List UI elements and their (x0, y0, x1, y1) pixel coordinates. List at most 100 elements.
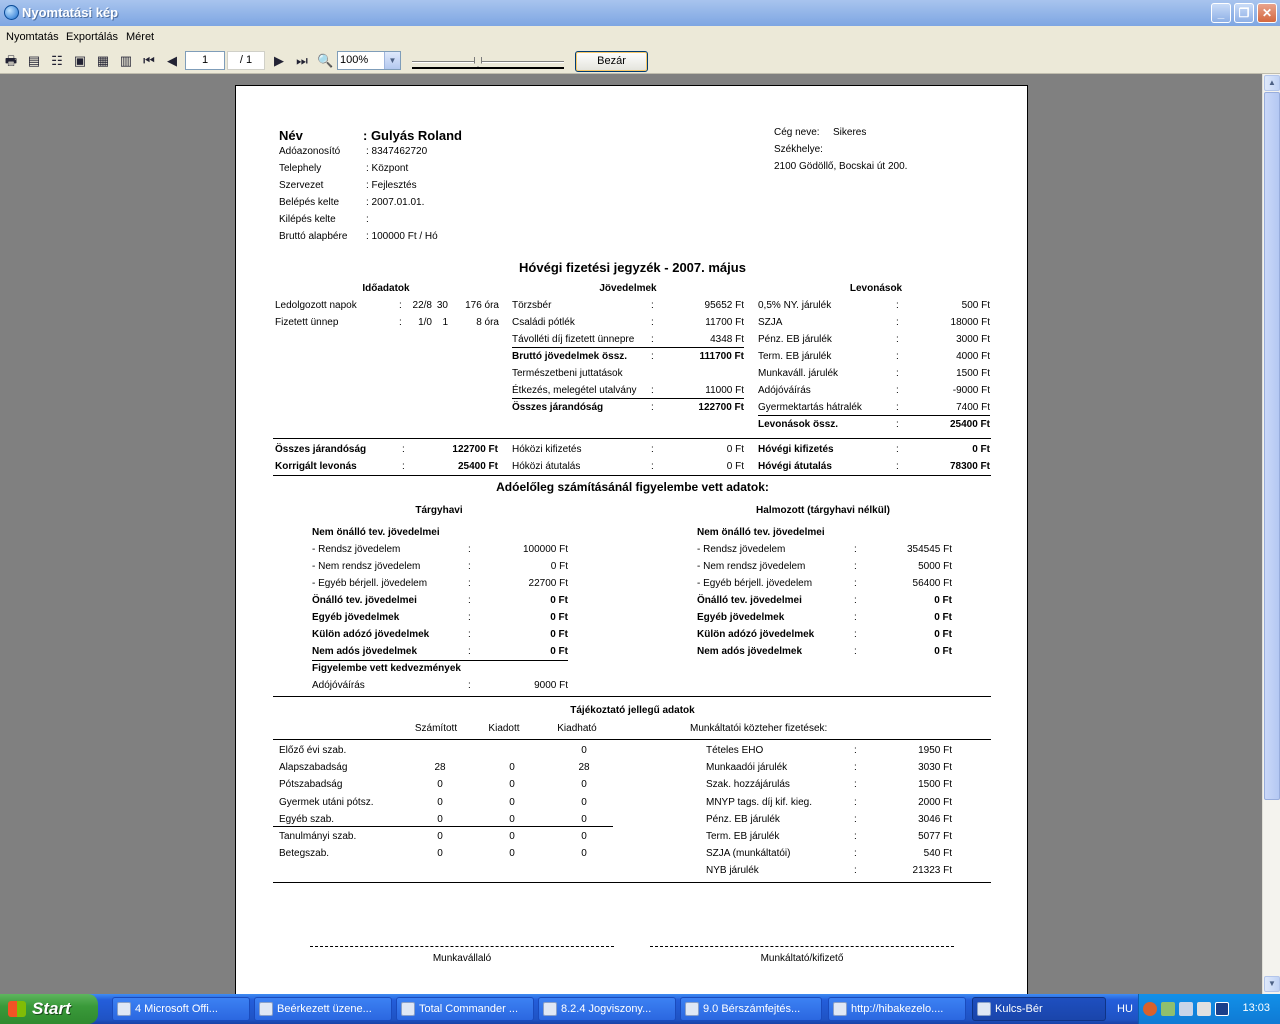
deductions-row-label: 0,5% NY. járulék (758, 300, 832, 311)
print-icon[interactable]: 🖶 (3, 53, 19, 69)
time-row-hours: 8 óra (476, 317, 499, 328)
info-section-title: Tájékoztató jellegű adatok (570, 705, 695, 716)
employer-row-value: 3046 Ft (918, 813, 952, 825)
cumulative-row-colon: : (854, 612, 857, 623)
monthly-row-colon: : (468, 646, 471, 657)
earnings-row-colon: : (651, 334, 654, 345)
leave-row-available: 0 (581, 813, 587, 825)
employee-field-value: : Központ (366, 163, 409, 174)
taskbar-button[interactable]: Beérkezett üzene... (254, 997, 392, 1021)
zoom-slider[interactable] (412, 57, 564, 69)
menu-meret[interactable]: Méret (126, 31, 154, 43)
zoom-slider-thumb[interactable] (474, 57, 482, 67)
prev-page-icon[interactable]: ◀ (164, 53, 180, 69)
window-title: Nyomtatási kép (22, 5, 119, 20)
employee-signature-line (310, 946, 614, 947)
menu-nyomtatas[interactable]: Nyomtatás (6, 31, 59, 43)
tray-device-icon[interactable] (1179, 1002, 1193, 1016)
taskbar-button-label: Total Commander ... (419, 1003, 519, 1015)
language-indicator[interactable]: HU (1117, 1003, 1133, 1015)
page-width-icon[interactable]: ▦ (95, 53, 111, 69)
employer-row-label: Tételes EHO (706, 745, 764, 756)
scroll-up-icon[interactable]: ▲ (1264, 75, 1280, 91)
cumulative-row-colon: : (854, 578, 857, 589)
deductions-row-value: -9000 Ft (952, 385, 990, 396)
scroll-thumb[interactable] (1264, 92, 1280, 800)
first-page-icon[interactable]: ⏮ (141, 53, 157, 69)
time-row-days: 1/0 (418, 317, 432, 328)
monthly-row-label: Önálló tev. jövedelmei (312, 595, 417, 606)
earnings-row-value: 11700 Ft (705, 317, 744, 328)
employer-row-label: Szak. hozzájárulás (706, 779, 790, 791)
zoom-icon[interactable]: 🔍 (317, 53, 333, 69)
full-page-icon[interactable]: ▥ (118, 53, 134, 69)
tray-arrow-icon[interactable] (1143, 1002, 1157, 1016)
summary-left-colon: : (402, 461, 405, 472)
employer-row-colon: : (854, 848, 857, 860)
zoom-select[interactable]: 100% ▼ (337, 51, 401, 70)
close-button[interactable]: Bezár (575, 51, 648, 72)
time-row-hours: 176 óra (465, 300, 499, 311)
deductions-row-colon: : (896, 385, 899, 396)
monthly-row-colon: : (468, 629, 471, 640)
employee-field-value: : 100000 Ft / Hó (366, 231, 438, 242)
cumulative-row-value: 0 Ft (934, 595, 952, 606)
earnings-header: Jövedelmek (599, 283, 657, 294)
employer-row-colon: : (854, 796, 857, 808)
chevron-down-icon[interactable]: ▼ (384, 52, 400, 69)
employer-row-label: MNYP tags. díj kif. kieg. (706, 796, 812, 808)
leave-row-taken: 0 (509, 848, 515, 860)
tray-app-icon[interactable] (1215, 1002, 1229, 1016)
summary-left-colon: : (402, 444, 405, 455)
deductions-total-line (758, 415, 990, 416)
taskbar-button[interactable]: 8.2.4 Jogviszony... (538, 997, 676, 1021)
company-address: 2100 Gödöllő, Bocskai út 200. (774, 161, 908, 172)
leave-row-calculated: 0 (437, 831, 443, 842)
leave-row-calculated: 0 (437, 796, 443, 808)
cumulative-header: Halmozott (tárgyhavi nélkül) (756, 505, 890, 516)
one-page-icon[interactable]: ▣ (72, 53, 88, 69)
monthly-row-colon: : (468, 578, 471, 589)
monthly-row-value: 0 Ft (550, 646, 568, 657)
summary-right-value: 78300 Ft (949, 461, 990, 472)
printer-setup-icon[interactable]: ☷ (49, 53, 65, 69)
employer-row-value: 3030 Ft (918, 762, 952, 774)
maximize-button[interactable]: ❐ (1234, 3, 1254, 23)
cumulative-row-colon: : (854, 561, 857, 572)
tray-volume-icon[interactable] (1197, 1002, 1211, 1016)
task-app-icon (833, 1002, 847, 1016)
next-page-icon[interactable]: ▶ (271, 53, 287, 69)
minimize-button[interactable]: _ (1211, 3, 1231, 23)
employer-row-value: 540 Ft (923, 848, 952, 860)
tax-section-title: Adóelőleg számításánál figyelembe vett a… (496, 480, 769, 494)
taskbar-button[interactable]: 9.0 Bérszámfejtés... (680, 997, 822, 1021)
vertical-scrollbar[interactable]: ▲ ▼ (1262, 74, 1280, 994)
summary-mid-value: 0 Ft (726, 444, 744, 455)
last-page-icon[interactable]: ⏭ (294, 53, 310, 69)
employer-row-label: Pénz. EB járulék (706, 813, 780, 825)
deductions-row-value: 3000 Ft (956, 334, 990, 345)
taskbar-button[interactable]: http://hibakezelo.... (828, 997, 966, 1021)
leave-row-available: 0 (581, 745, 587, 756)
taskbar-button[interactable]: Total Commander ... (396, 997, 534, 1021)
deductions-row-value: 25400 Ft (949, 419, 990, 430)
taskbar-button[interactable]: Kulcs-Bér (972, 997, 1106, 1021)
cumulative-row-label: - Rendsz jövedelem (697, 544, 786, 555)
page-number-input[interactable]: 1 (185, 51, 225, 70)
employer-row-label: NYB járulék (706, 865, 759, 877)
start-button[interactable]: Start (0, 994, 98, 1024)
employee-field-value: : (366, 214, 369, 225)
scroll-down-icon[interactable]: ▼ (1264, 976, 1280, 992)
employer-row-colon: : (854, 813, 857, 825)
tray-network-icon[interactable] (1161, 1002, 1175, 1016)
taskbar-button[interactable]: 4 Microsoft Offi... (112, 997, 250, 1021)
page-setup-icon[interactable]: ▤ (26, 53, 42, 69)
menu-exportalas[interactable]: Exportálás (66, 31, 118, 43)
earnings-row-label: Étkezés, melegétel utalvány (512, 385, 637, 396)
windows-logo-icon (8, 1001, 26, 1017)
deductions-row-label: SZJA (758, 317, 783, 328)
cumulative-row-label: - Egyéb bérjell. jövedelem (697, 578, 813, 589)
monthly-row-value: 9000 Ft (534, 680, 568, 691)
leave-row-available: 0 (581, 848, 587, 860)
close-window-button[interactable]: ✕ (1257, 3, 1277, 23)
